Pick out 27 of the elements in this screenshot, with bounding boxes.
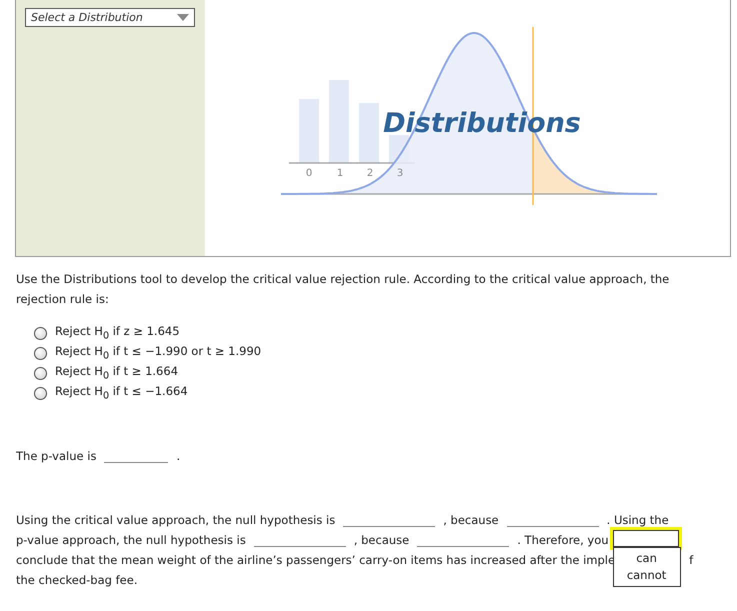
dropdown-option[interactable]: cannot [626, 567, 666, 584]
option-label: Reject H$_{0}$ if t ≤ −1.990 or t ≥ 1.990 [55, 344, 262, 362]
p-value-label: The p-value is [16, 449, 96, 463]
sentence-text: Using the critical value approach, the null hypothesis is [16, 513, 336, 527]
period-text: . [176, 449, 180, 463]
axis-label: 2 [366, 168, 374, 179]
axis-label: 0 [306, 168, 312, 179]
radio-button[interactable] [34, 346, 47, 360]
sentence-text: the checked-bag fee. [16, 573, 138, 587]
sentence-text: , because [443, 513, 499, 527]
sentence-text: p-value approach, the null hypothesis is [16, 533, 246, 547]
instructions-text: Use the Distributions tool to develop the critical value rejection rule. According to the critical value approach, the rejection rule is: [16, 271, 670, 308]
radio-button[interactable] [34, 366, 47, 380]
sentence-text: . Therefore, you [517, 533, 609, 547]
radio-button[interactable] [34, 386, 47, 400]
sentence-text: , because [354, 533, 410, 547]
caret-icon [177, 14, 189, 21]
option-label: Reject H$_{0}$ if t ≥ 1.664 [55, 364, 178, 382]
axis-label: 3 [396, 168, 404, 179]
distribution-select[interactable]: Select a Distribution [25, 8, 195, 27]
axis-label: 1 [336, 168, 344, 179]
dropdown-option[interactable]: can [636, 550, 657, 567]
sentence-text: . Using the [606, 513, 669, 527]
sentence-text: f [689, 553, 694, 567]
option-label: Reject H$_{0}$ if t ≤ −1.664 [55, 384, 188, 402]
option-label: Reject H$_{0}$ if z ≥ 1.645 [55, 324, 180, 342]
radio-button[interactable] [34, 326, 47, 340]
